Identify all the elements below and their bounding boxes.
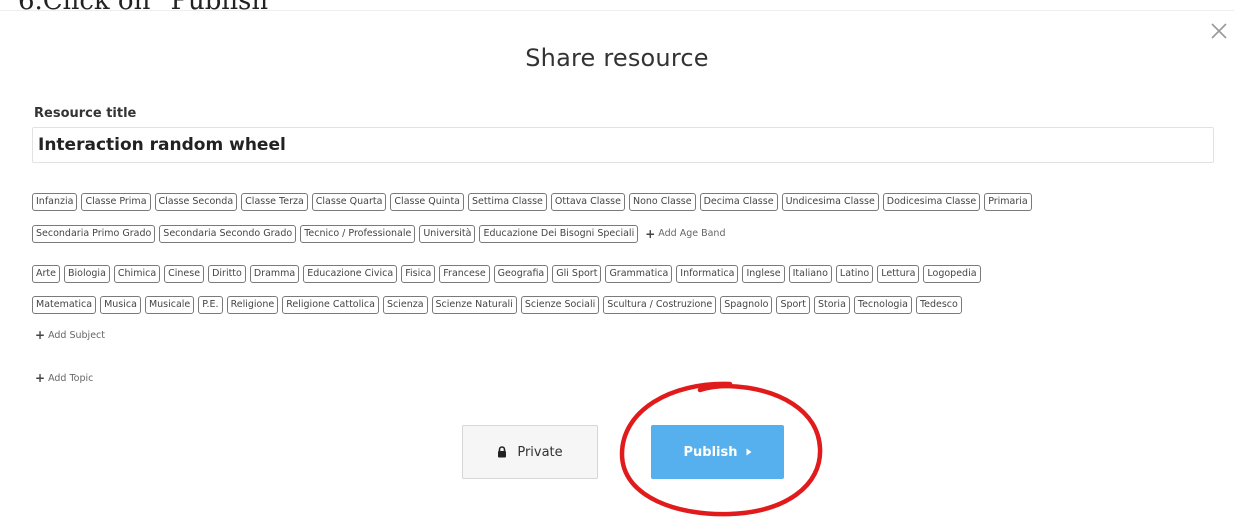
age-band-tag[interactable]: Dodicesima Classe: [882, 192, 981, 211]
age-band-tag[interactable]: Primaria: [984, 192, 1032, 211]
caption-divider: [0, 10, 1234, 11]
subject-tag[interactable]: Spagnolo: [720, 295, 773, 314]
subject-tag[interactable]: Geografia: [493, 264, 549, 283]
subject-tag[interactable]: Latino: [835, 264, 874, 283]
subject-tag[interactable]: Inglese: [742, 264, 785, 283]
plus-icon: +: [645, 226, 656, 241]
age-band-tag[interactable]: Decima Classe: [699, 192, 778, 211]
subject-tag[interactable]: Diritto: [208, 264, 246, 283]
age-band-tag[interactable]: Secondaria Primo Grado: [32, 224, 156, 243]
subject-tag[interactable]: Storia: [813, 295, 850, 314]
subject-tag[interactable]: Matematica: [32, 295, 97, 314]
subject-tag[interactable]: Arte: [32, 264, 60, 283]
subject-tag[interactable]: Fisica: [401, 264, 436, 283]
subject-tag[interactable]: Religione: [226, 295, 279, 314]
age-band-tag[interactable]: Classe Quarta: [311, 192, 387, 211]
age-band-tag[interactable]: Classe Quinta: [390, 192, 464, 211]
age-band-tag[interactable]: Infanzia: [32, 192, 78, 211]
dialog-title: Share resource: [525, 44, 709, 72]
subject-tag[interactable]: Musica: [100, 295, 141, 314]
subject-tag[interactable]: Tecnologia: [853, 295, 912, 314]
resource-title-input[interactable]: [32, 127, 1214, 163]
subject-tag[interactable]: Cinese: [164, 264, 205, 283]
age-band-tag[interactable]: Undicesima Classe: [781, 192, 879, 211]
resource-title-label: Resource title: [34, 106, 137, 121]
subject-tag[interactable]: Gli Sport: [552, 264, 602, 283]
age-band-row-2: Secondaria Primo Grado Secondaria Secondo…: [32, 224, 728, 243]
subject-tag[interactable]: Scienze Naturali: [431, 295, 517, 314]
age-band-tag[interactable]: Classe Terza: [241, 192, 308, 211]
age-band-tag[interactable]: Tecnico / Professionale: [300, 224, 416, 243]
add-age-band-label: Add Age Band: [658, 228, 726, 239]
subject-tag[interactable]: Logopedia: [923, 264, 981, 283]
subject-tag[interactable]: Sport: [776, 295, 810, 314]
subject-tag[interactable]: Dramma: [249, 264, 300, 283]
age-band-tag[interactable]: Ottava Classe: [550, 192, 625, 211]
subject-tag[interactable]: Scienze Sociali: [520, 295, 600, 314]
subject-tag[interactable]: Scienza: [382, 295, 428, 314]
private-button[interactable]: Private: [462, 425, 598, 479]
step-caption: 6.Click on "Publish": [18, 0, 281, 16]
subject-tag[interactable]: Grammatica: [605, 264, 673, 283]
subject-row-2: Matematica Musica Musicale P.E. Religione Rel…: [32, 295, 962, 314]
add-topic-label: Add Topic: [48, 372, 94, 384]
age-band-tag[interactable]: Università: [419, 224, 476, 243]
add-age-band-link[interactable]: + Add Age Band: [642, 225, 728, 243]
age-band-tag[interactable]: Nono Classe: [628, 192, 696, 211]
add-subject-label: Add Subject: [48, 329, 105, 341]
age-band-tag[interactable]: Secondaria Secondo Grado: [159, 224, 297, 243]
plus-icon: +: [35, 371, 46, 385]
close-icon: [1211, 23, 1227, 39]
lock-icon: [498, 446, 507, 458]
subject-tag[interactable]: Informatica: [676, 264, 739, 283]
subject-tag[interactable]: Biologia: [63, 264, 110, 283]
subject-tag[interactable]: Musicale: [144, 295, 195, 314]
age-band-tag[interactable]: Classe Prima: [81, 192, 151, 211]
add-topic-link[interactable]: + Add Topic: [32, 369, 96, 387]
subject-tag[interactable]: Francese: [439, 264, 490, 283]
close-button[interactable]: [1206, 18, 1232, 44]
plus-icon: +: [35, 328, 46, 342]
subject-tag[interactable]: Religione Cattolica: [282, 295, 379, 314]
subject-tag[interactable]: P.E.: [198, 295, 223, 314]
subject-tag[interactable]: Tedesco: [915, 295, 962, 314]
subject-tag[interactable]: Scultura / Costruzione: [603, 295, 717, 314]
subject-tag[interactable]: Chimica: [113, 264, 161, 283]
subject-tag[interactable]: Lettura: [877, 264, 920, 283]
subject-tag[interactable]: Educazione Civica: [303, 264, 398, 283]
age-band-tag[interactable]: Classe Seconda: [154, 192, 238, 211]
private-button-label: Private: [517, 444, 563, 460]
age-band-tag[interactable]: Educazione Dei Bisogni Speciali: [479, 224, 639, 243]
add-subject-link[interactable]: + Add Subject: [32, 326, 108, 344]
subject-row-1: Arte Biologia Chimica Cinese Diritto Dramma Ed…: [32, 264, 981, 283]
age-band-tag[interactable]: Settima Classe: [468, 192, 547, 211]
age-band-row-1: Infanzia Classe Prima Classe Seconda Classe…: [32, 192, 1032, 211]
annotation-circle: [619, 381, 823, 517]
subject-tag[interactable]: Italiano: [788, 264, 832, 283]
